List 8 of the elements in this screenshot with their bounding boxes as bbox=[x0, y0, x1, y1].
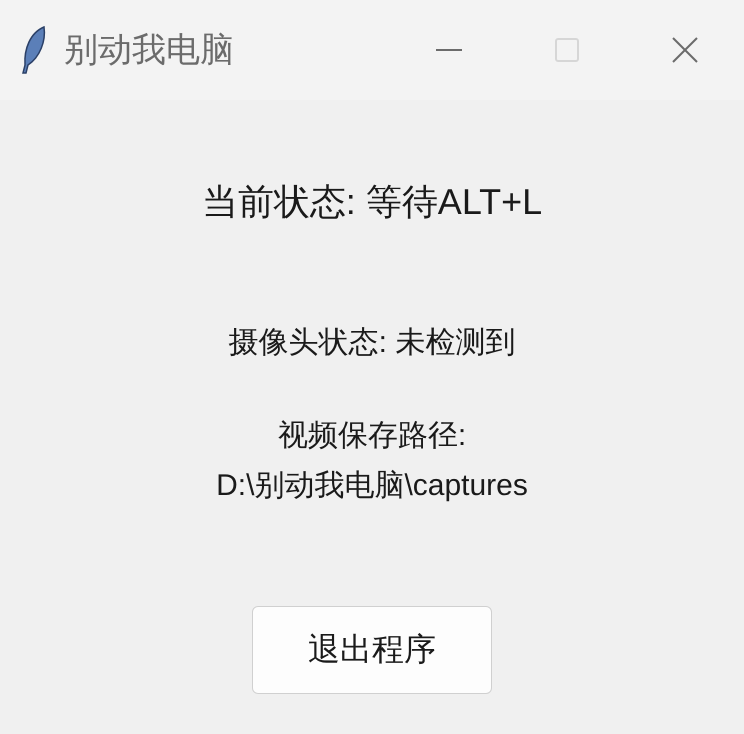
camera-status-text: 摄像头状态: 未检测到 bbox=[228, 325, 516, 361]
window-title: 别动我电脑 bbox=[64, 30, 235, 71]
minimize-icon bbox=[433, 48, 465, 52]
feather-icon bbox=[20, 25, 48, 75]
exit-button[interactable]: 退出程序 bbox=[252, 606, 492, 694]
save-path-label: 视频保存路径: bbox=[276, 418, 468, 454]
status-text: 当前状态: 等待ALT+L bbox=[202, 180, 542, 224]
save-path-value: D:\别动我电脑\captures bbox=[216, 468, 528, 504]
